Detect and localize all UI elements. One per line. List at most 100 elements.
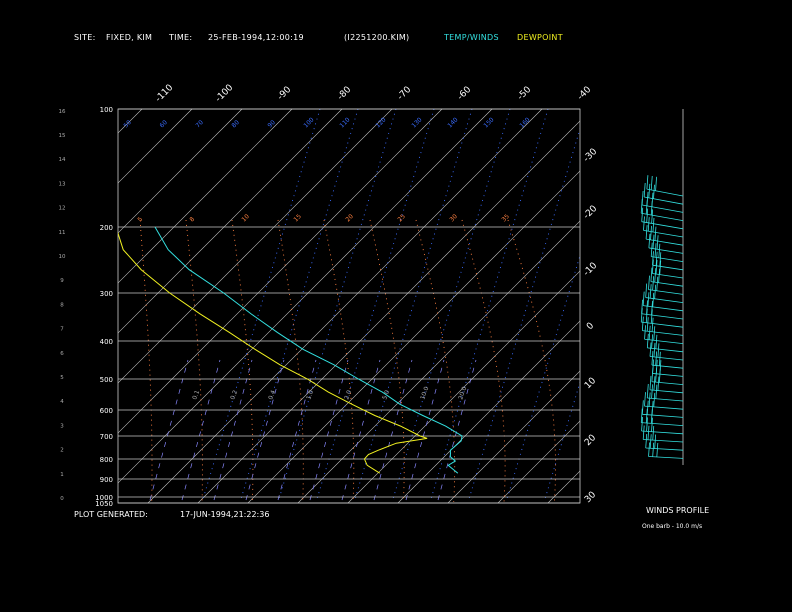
wind-barb-feather bbox=[645, 283, 648, 298]
wind-barb-feather bbox=[647, 425, 650, 440]
wind-barb-feather bbox=[653, 376, 656, 391]
isotherm-label: -110 bbox=[154, 83, 176, 105]
wind-barb-feather bbox=[642, 291, 645, 306]
wind-barb-feather bbox=[658, 351, 661, 366]
plot-frame bbox=[117, 108, 581, 504]
wind-barb bbox=[641, 316, 684, 336]
wind-barb-shaft bbox=[645, 447, 684, 451]
wind-barb-feather bbox=[649, 284, 652, 299]
dry-adiabat-label: 110 bbox=[338, 116, 351, 129]
wind-barb-feather bbox=[648, 275, 650, 290]
wind-barb-shaft bbox=[651, 256, 684, 262]
mixing-ratio-label: 0.2 bbox=[229, 389, 239, 401]
moist-adiabat-label: 10 bbox=[240, 213, 250, 223]
isotherm-label: -30 bbox=[582, 147, 600, 165]
wind-barb-feather bbox=[642, 425, 645, 440]
dry-adiabat bbox=[468, 127, 580, 500]
dry-adiabat-label: 130 bbox=[410, 116, 423, 129]
wind-barb-feather bbox=[655, 176, 657, 191]
pressure-label: 300 bbox=[100, 290, 113, 298]
wind-barb-shaft bbox=[652, 373, 684, 377]
height-tick-label: 11 bbox=[59, 230, 66, 236]
dry-adiabat bbox=[697, 109, 792, 499]
height-tick-label: 1 bbox=[60, 472, 64, 478]
dry-adiabat-label: 80 bbox=[230, 119, 240, 129]
wind-barb-feather bbox=[656, 235, 659, 250]
isotherm-line bbox=[118, 109, 293, 284]
wind-barb-shaft bbox=[644, 405, 684, 410]
wind-barb-shaft bbox=[641, 221, 684, 230]
wind-barb-feather bbox=[654, 243, 657, 258]
wind-barb-shaft bbox=[646, 238, 684, 246]
wind-barb-feather bbox=[649, 342, 652, 357]
pressure-label: 600 bbox=[100, 407, 113, 415]
wind-barb-shaft bbox=[652, 273, 684, 279]
wind-barb-shaft bbox=[652, 264, 684, 271]
moist-adiabat bbox=[369, 219, 405, 503]
wind-barb-shaft bbox=[643, 439, 684, 443]
wind-barb-feather bbox=[656, 276, 659, 291]
moist-adiabat-label: 20 bbox=[344, 213, 354, 223]
dry-adiabat-label: 120 bbox=[374, 116, 387, 129]
mixing-ratio-label: 0.1 bbox=[191, 389, 201, 401]
barb-note: One barb - 10.0 m/s bbox=[642, 523, 703, 530]
height-tick-label: 15 bbox=[59, 133, 66, 139]
isotherm-line bbox=[118, 109, 343, 334]
wind-barb-feather bbox=[650, 225, 652, 240]
dry-adiabat-label: 90 bbox=[266, 119, 276, 129]
wind-barb-feather bbox=[647, 217, 650, 232]
wind-barb-feather bbox=[655, 384, 658, 399]
wind-barb-shaft bbox=[642, 204, 684, 213]
wind-barb-feather bbox=[641, 316, 644, 331]
wind-barb-shaft bbox=[648, 247, 684, 254]
isotherm-line bbox=[447, 370, 580, 503]
moist-adiabat-label: 8 bbox=[188, 216, 196, 224]
wind-barb-feather bbox=[643, 216, 645, 231]
wind-barb-feather bbox=[658, 268, 661, 283]
wind-barb bbox=[648, 275, 684, 295]
wind-barb-feather bbox=[645, 225, 648, 240]
isotherm-label: -10 bbox=[582, 261, 600, 279]
wind-barb-feather bbox=[652, 442, 655, 457]
wind-barb-feather bbox=[651, 351, 654, 366]
plot-generated-label: PLOT GENERATED: bbox=[74, 510, 148, 519]
isotherm-label: 0 bbox=[585, 321, 596, 332]
wind-barb-feather bbox=[655, 334, 658, 349]
wind-barb-feather bbox=[651, 384, 653, 399]
wind-barb-feather bbox=[653, 184, 655, 199]
wind-barb-shaft bbox=[649, 389, 684, 394]
wind-barb-feather bbox=[646, 317, 649, 332]
isotherm-line bbox=[118, 109, 443, 434]
height-tick-label: 10 bbox=[59, 254, 66, 260]
height-tick-label: 6 bbox=[60, 351, 64, 357]
isotherm-label: -70 bbox=[396, 85, 414, 103]
dry-adiabat bbox=[583, 109, 700, 499]
wind-barb-feather bbox=[651, 317, 654, 332]
isotherm-label: 20 bbox=[583, 433, 598, 448]
wind-barb bbox=[643, 182, 684, 205]
isotherm-line bbox=[118, 109, 243, 234]
wind-barb-feather bbox=[651, 334, 654, 349]
wind-barb-feather bbox=[655, 351, 658, 366]
height-tick-label: 5 bbox=[60, 375, 64, 381]
isotherm-line bbox=[0, 109, 92, 503]
plot-generated-value: 17-JUN-1994,21:22:36 bbox=[180, 510, 270, 519]
dry-adiabat bbox=[430, 109, 549, 500]
wind-barb bbox=[645, 433, 684, 451]
isotherm-line bbox=[118, 109, 193, 184]
wind-barb bbox=[648, 442, 684, 459]
height-tick-label: 3 bbox=[60, 423, 64, 429]
isotherm-label: -60 bbox=[456, 85, 474, 103]
wind-barb bbox=[641, 299, 684, 320]
wind-barb-feather bbox=[651, 367, 654, 382]
wind-barb-feather bbox=[652, 217, 655, 232]
skewt-chart: 1002003004005006007008009001000105001234… bbox=[0, 83, 792, 508]
moist-adiabat bbox=[461, 219, 506, 503]
wind-barb-feather bbox=[647, 292, 650, 307]
isotherm-label: -80 bbox=[336, 85, 354, 103]
wind-barb-feather bbox=[650, 175, 653, 191]
dry-adiabat bbox=[506, 254, 580, 500]
moist-adiabat-label: 5 bbox=[136, 216, 144, 224]
wind-barb-feather bbox=[652, 276, 655, 291]
moist-adiabat bbox=[507, 219, 557, 503]
